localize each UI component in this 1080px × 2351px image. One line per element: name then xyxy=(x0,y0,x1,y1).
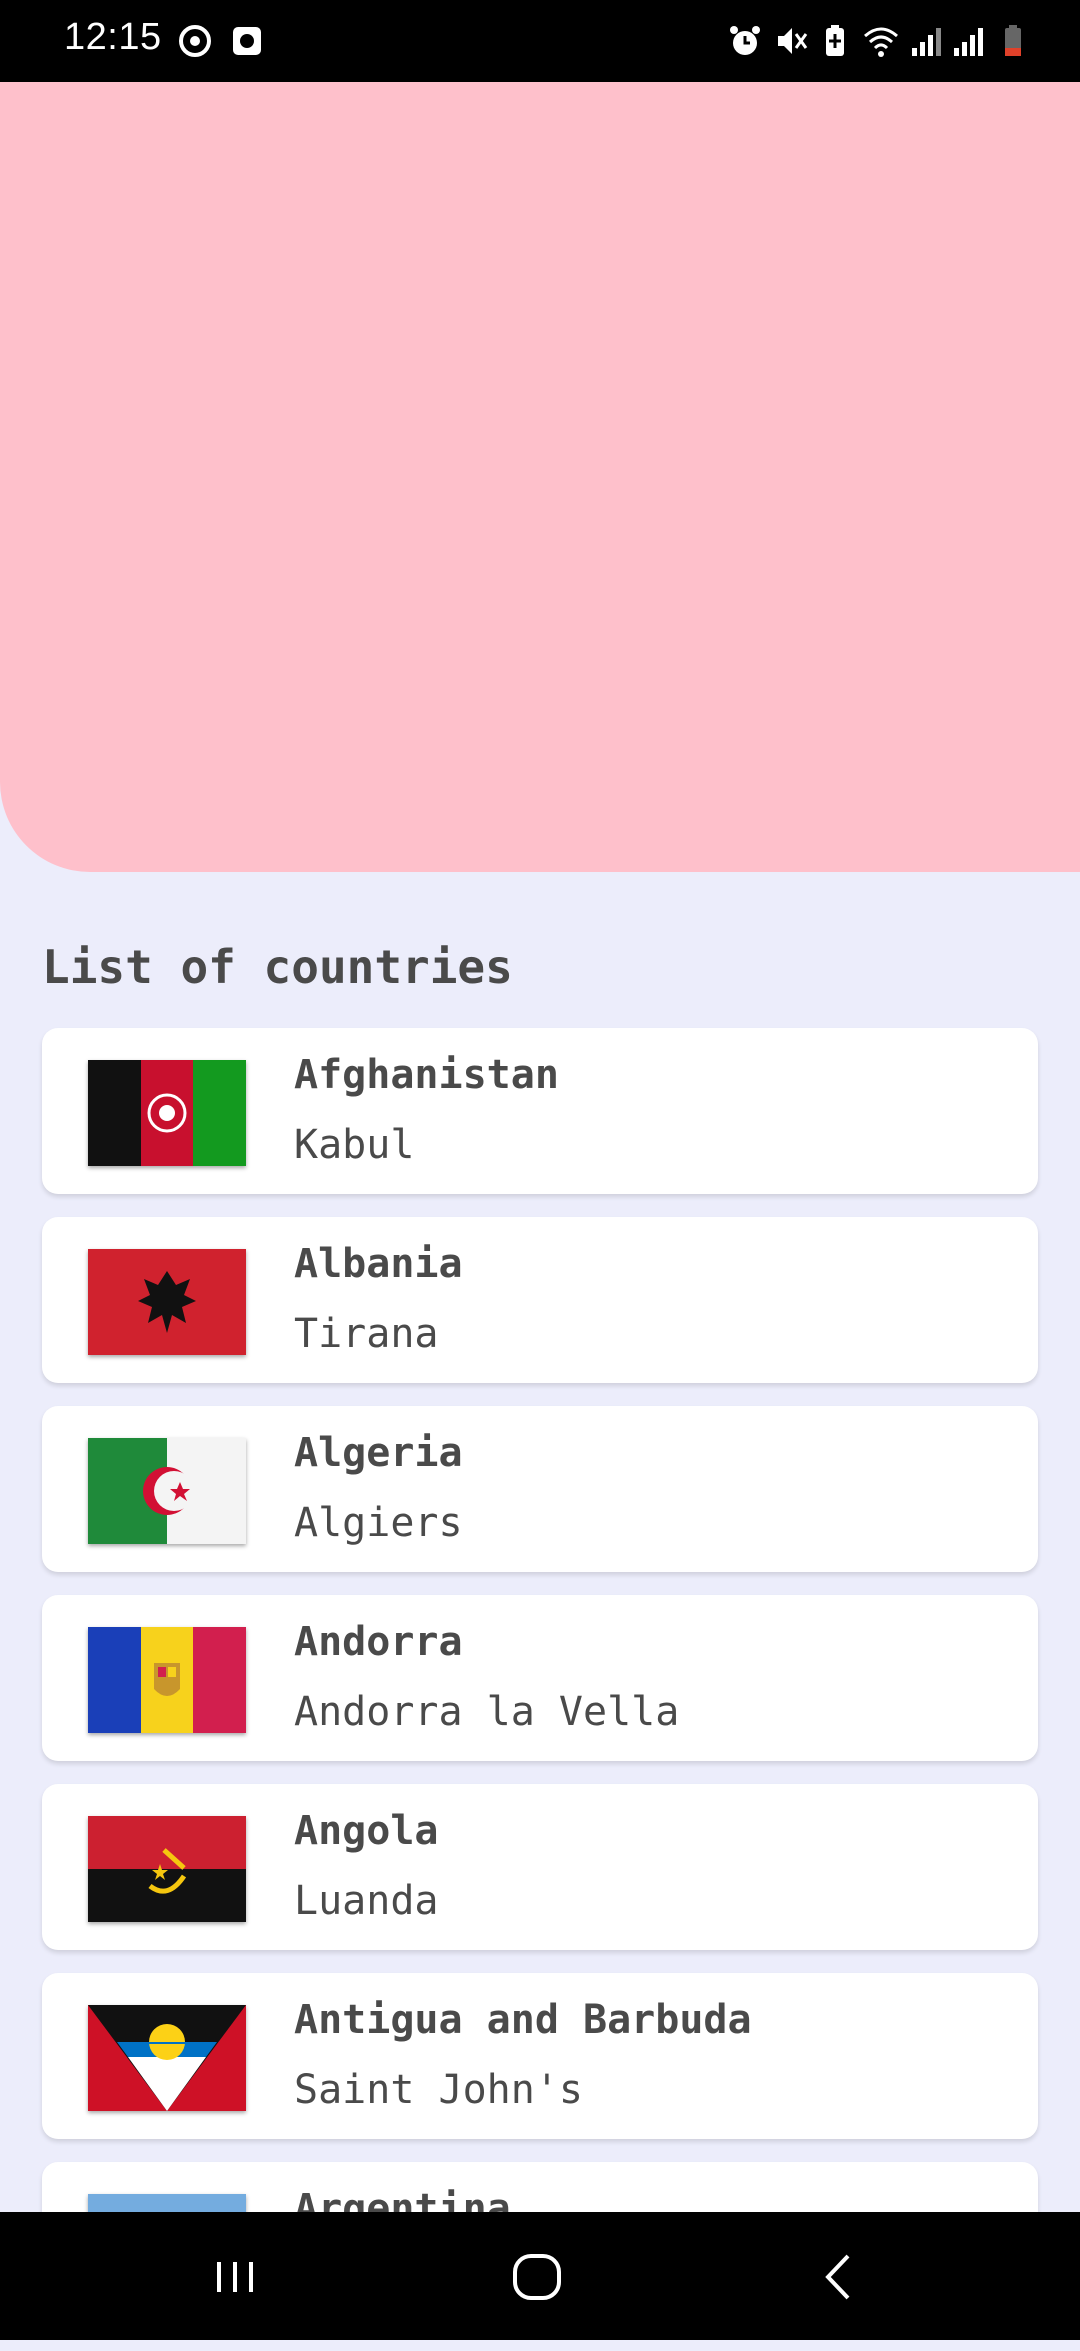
angola-flag xyxy=(88,1816,246,1922)
alarm-icon xyxy=(726,22,764,60)
home-icon[interactable] xyxy=(502,2242,572,2312)
list-item[interactable]: Antigua and Barbuda Saint John's xyxy=(42,1973,1038,2139)
navigation-bar xyxy=(0,2212,1080,2340)
antigua-and-barbuda-flag xyxy=(88,2005,246,2111)
capital-name: Saint John's xyxy=(294,2067,583,2113)
signal-icon xyxy=(908,22,946,60)
battery-saver-icon xyxy=(816,22,854,60)
signal-icon xyxy=(950,22,988,60)
status-bar: 12:15 xyxy=(0,0,1080,82)
capital-name: Luanda xyxy=(294,1878,439,1924)
andorra-flag xyxy=(88,1627,246,1733)
mute-icon xyxy=(772,22,810,60)
afghanistan-flag xyxy=(88,1060,246,1166)
country-name: Albania xyxy=(294,1241,463,1287)
list-item[interactable]: Andorra Andorra la Vella xyxy=(42,1595,1038,1761)
list-item[interactable]: Algeria Algiers xyxy=(42,1406,1038,1572)
albania-flag xyxy=(88,1249,246,1355)
capital-name: Algiers xyxy=(294,1500,463,1546)
list-item[interactable]: Albania Tirana xyxy=(42,1217,1038,1383)
screen-record-icon xyxy=(228,22,266,60)
country-name: Andorra xyxy=(294,1619,463,1665)
capital-name: Kabul xyxy=(294,1122,415,1168)
algeria-flag xyxy=(88,1438,246,1544)
page-title: List of countries xyxy=(42,940,513,994)
wifi-icon xyxy=(862,22,900,60)
list-item[interactable]: Afghanistan Kabul xyxy=(42,1028,1038,1194)
recent-apps-icon[interactable] xyxy=(200,2242,270,2312)
header-banner xyxy=(0,82,1080,872)
country-name: Algeria xyxy=(294,1430,463,1476)
status-time: 12:15 xyxy=(64,16,162,58)
battery-icon xyxy=(994,22,1032,60)
list-item[interactable]: Angola Luanda xyxy=(42,1784,1038,1950)
capital-name: Andorra la Vella xyxy=(294,1689,680,1735)
capital-name: Tirana xyxy=(294,1311,439,1357)
country-name: Antigua and Barbuda xyxy=(294,1997,752,2043)
country-name: Angola xyxy=(294,1808,439,1854)
back-icon[interactable] xyxy=(804,2242,874,2312)
country-list[interactable]: Afghanistan Kabul Albania Tirana Algeria… xyxy=(42,1028,1038,2351)
sync-icon xyxy=(176,22,214,60)
country-name: Afghanistan xyxy=(294,1052,559,1098)
